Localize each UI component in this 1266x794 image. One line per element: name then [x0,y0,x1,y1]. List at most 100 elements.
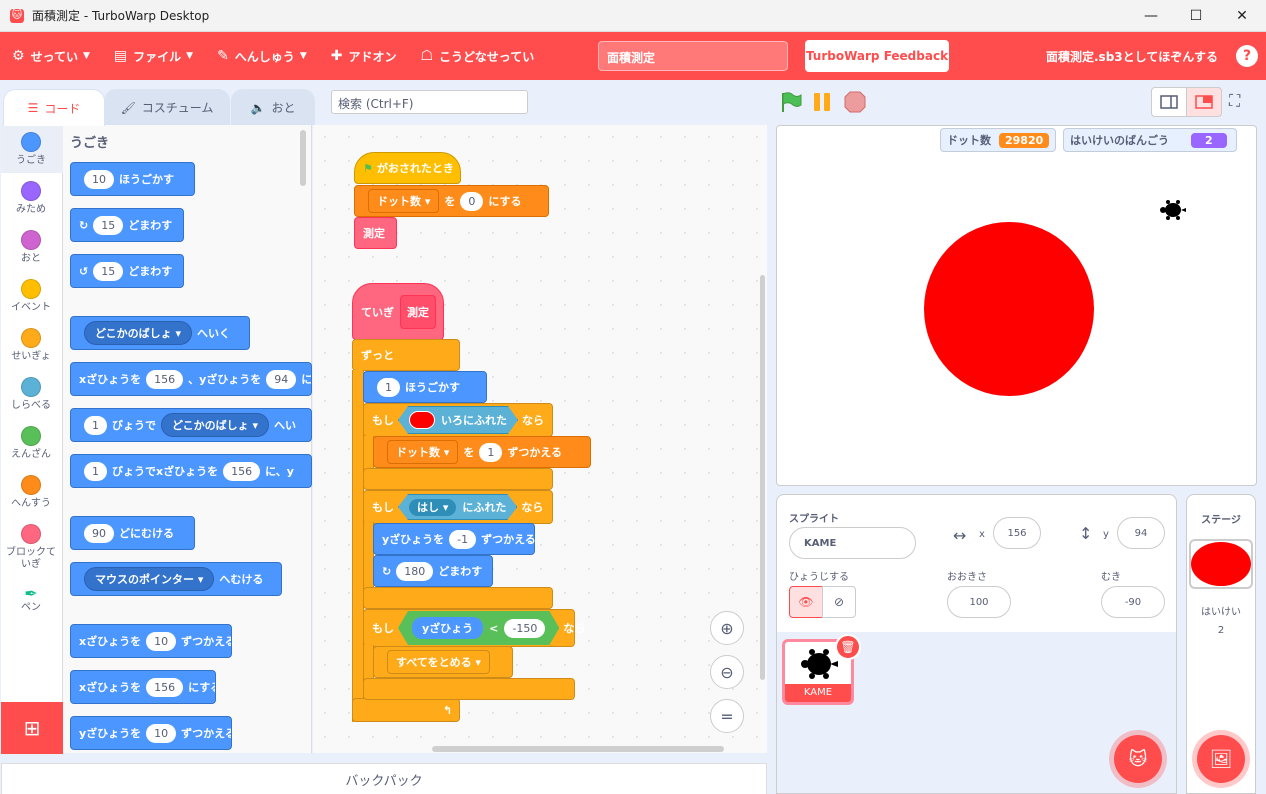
stop-icon[interactable] [843,90,867,114]
category-events[interactable]: イベント [0,279,62,314]
block-point-towards[interactable]: マウスのポインター ▾ へむける [70,562,282,596]
edge-dropdown[interactable]: はし ▾ [409,499,456,516]
block-glide-xy[interactable]: 1 びょうでxざひょうを 156 に、y [70,454,312,488]
zoom-in-icon[interactable]: ⊕ [710,611,744,645]
block-input[interactable]: 10 [146,631,177,651]
add-extension-button[interactable]: ⊞ [1,702,63,754]
block-dropdown[interactable]: マウスのポインター ▾ [84,567,215,591]
block-change-x[interactable]: xざひょうを 10 ずつかえる [70,624,232,658]
script-if-ypos-block[interactable]: もし yざひょう < -150 なら [363,609,585,647]
large-stage-button[interactable] [1186,87,1222,117]
save-button[interactable]: 面積測定.sb3としてほぞんする [1046,48,1218,65]
script-call-measure-block[interactable]: 測定 [354,217,397,249]
sprite-name-input[interactable]: KAME [789,527,916,559]
block-input[interactable]: 10 [84,169,114,189]
add-sprite-button[interactable]: 🐱 [1114,735,1162,783]
block-move-steps[interactable]: 10 ほうごかす [70,162,195,196]
workspace-hscrollbar[interactable] [432,746,724,752]
touching-edge-block[interactable]: はし ▾ にふれた [398,494,517,520]
workspace-vscrollbar[interactable] [760,275,765,680]
variable-dropdown[interactable]: ドット数 ▾ [368,189,440,213]
category-looks[interactable]: みため [0,181,62,216]
block-input[interactable]: 90 [84,523,114,543]
category-variables[interactable]: へんすう [0,475,62,510]
block-goto-xy[interactable]: xざひょうを 156 、yざひょうを 94 にす [70,362,312,396]
color-swatch[interactable] [409,411,435,429]
hide-sprite-icon[interactable]: ⊘ [822,586,856,618]
script-move-block[interactable]: 1 ほうごかす [363,371,487,403]
category-operators[interactable]: えんざん [0,426,62,461]
block-point-direction[interactable]: 90 どにむける [70,516,195,550]
block-goto[interactable]: どこかのばしょ ▾ へいく [70,316,250,350]
flyout-scrollbar[interactable] [300,130,306,186]
stage-thumbnail[interactable] [1189,539,1253,589]
maximize-button[interactable]: ☐ [1173,0,1219,32]
block-input[interactable]: 10 [146,723,177,743]
block-turn-left[interactable]: ↺ 15 どまわす [70,254,184,288]
block-turn-right[interactable]: ↻ 15 どまわす [70,208,184,242]
script-turn-block[interactable]: ↻ 180 どまわす [373,555,493,587]
script-change-var-block[interactable]: ドット数 ▾ を 1 ずつかえる [373,436,591,468]
script-stop-block[interactable]: すべてをとめる ▾ [373,646,513,678]
block-input[interactable]: 156 [146,369,184,389]
category-control[interactable]: せいぎょ [0,328,62,363]
pause-icon[interactable] [812,90,834,114]
zoom-reset-icon[interactable]: = [710,699,744,733]
category-motion[interactable]: うごき [0,132,62,167]
menu-edit[interactable]: ✎ へんしゅう ▼ [205,32,319,80]
zoom-out-icon[interactable]: ⊖ [710,655,744,689]
category-sound[interactable]: おと [0,230,62,265]
add-backdrop-button[interactable]: 🖼 [1197,735,1245,783]
stop-dropdown[interactable]: すべてをとめる ▾ [387,650,490,674]
show-visible-icon[interactable]: 👁 [789,586,823,618]
script-change-y-block[interactable]: yざひょうを -1 ずつかえる [373,523,536,555]
block-glide-to[interactable]: 1 びょうで どこかのばしょ ▾ へい [70,408,312,442]
script-if-color-block[interactable]: もし いろにふれた なら [363,403,553,437]
tab-costume[interactable]: 🖌 コスチューム [104,89,230,125]
block-input[interactable]: 15 [93,215,124,235]
fullscreen-icon[interactable]: ⛶ [1229,91,1249,111]
y-input[interactable]: 94 [1117,517,1165,549]
block-input[interactable]: -1 [449,529,477,549]
block-input[interactable]: 180 [396,561,434,581]
size-input[interactable]: 100 [947,586,1011,618]
touching-color-block[interactable]: いろにふれた [398,406,518,434]
block-dropdown[interactable]: どこかのばしょ ▾ [161,413,270,437]
minimize-button[interactable]: — [1128,0,1174,32]
script-set-var-block[interactable]: ドット数 ▾ を 0 にする [354,185,549,217]
block-dropdown[interactable]: どこかのばしょ ▾ [84,321,193,345]
stage-canvas[interactable]: ドット数 29820 はいけいのばんごう 2 [776,125,1257,486]
help-icon[interactable]: ? [1236,45,1258,67]
block-input[interactable]: 156 [223,461,261,481]
block-input[interactable]: 156 [146,677,184,697]
block-input[interactable]: 94 [266,369,297,389]
ypos-reporter[interactable]: yざひょう [412,617,483,639]
x-input[interactable]: 156 [993,517,1041,549]
green-flag-icon[interactable] [779,90,803,114]
block-input[interactable]: 1 [84,415,107,435]
menu-addons[interactable]: ✚ アドオン [319,32,409,80]
script-if-edge-block[interactable]: もし はし ▾ にふれた なら [363,490,553,524]
menu-settings[interactable]: ⚙ せってい ▼ [0,32,102,80]
variable-dropdown[interactable]: ドット数 ▾ [387,440,459,464]
feedback-button[interactable]: TurboWarp Feedback [805,40,949,72]
block-set-x[interactable]: xざひょうを 156 にする [70,670,216,704]
close-button[interactable]: ✕ [1219,0,1265,32]
block-input[interactable]: 15 [93,261,124,281]
project-title-input[interactable]: 面積測定 [598,41,788,71]
small-stage-button[interactable] [1151,87,1187,117]
block-input[interactable]: 1 [377,377,400,397]
block-input[interactable]: -150 [504,619,545,638]
script-define-block[interactable]: ていぎ 測定 [352,283,444,340]
block-input[interactable]: 0 [460,191,484,211]
category-sensing[interactable]: しらべる [0,377,62,412]
script-hat-flag-block[interactable]: ⚑ がおされたとき [354,152,461,184]
turtle-sprite-icon[interactable] [1159,199,1187,221]
menu-file[interactable]: ▤ ファイル ▼ [102,32,205,80]
tab-sound[interactable]: 🔈 おと [231,89,315,125]
block-input[interactable]: 1 [479,442,503,462]
category-myblocks[interactable]: ブロックていぎ [0,524,62,571]
menu-advanced[interactable]: ☖ こうどなせってい [408,32,546,80]
lt-operator-block[interactable]: yざひょう < -150 [398,611,559,645]
category-pen[interactable]: ✒ ペン [0,586,62,614]
